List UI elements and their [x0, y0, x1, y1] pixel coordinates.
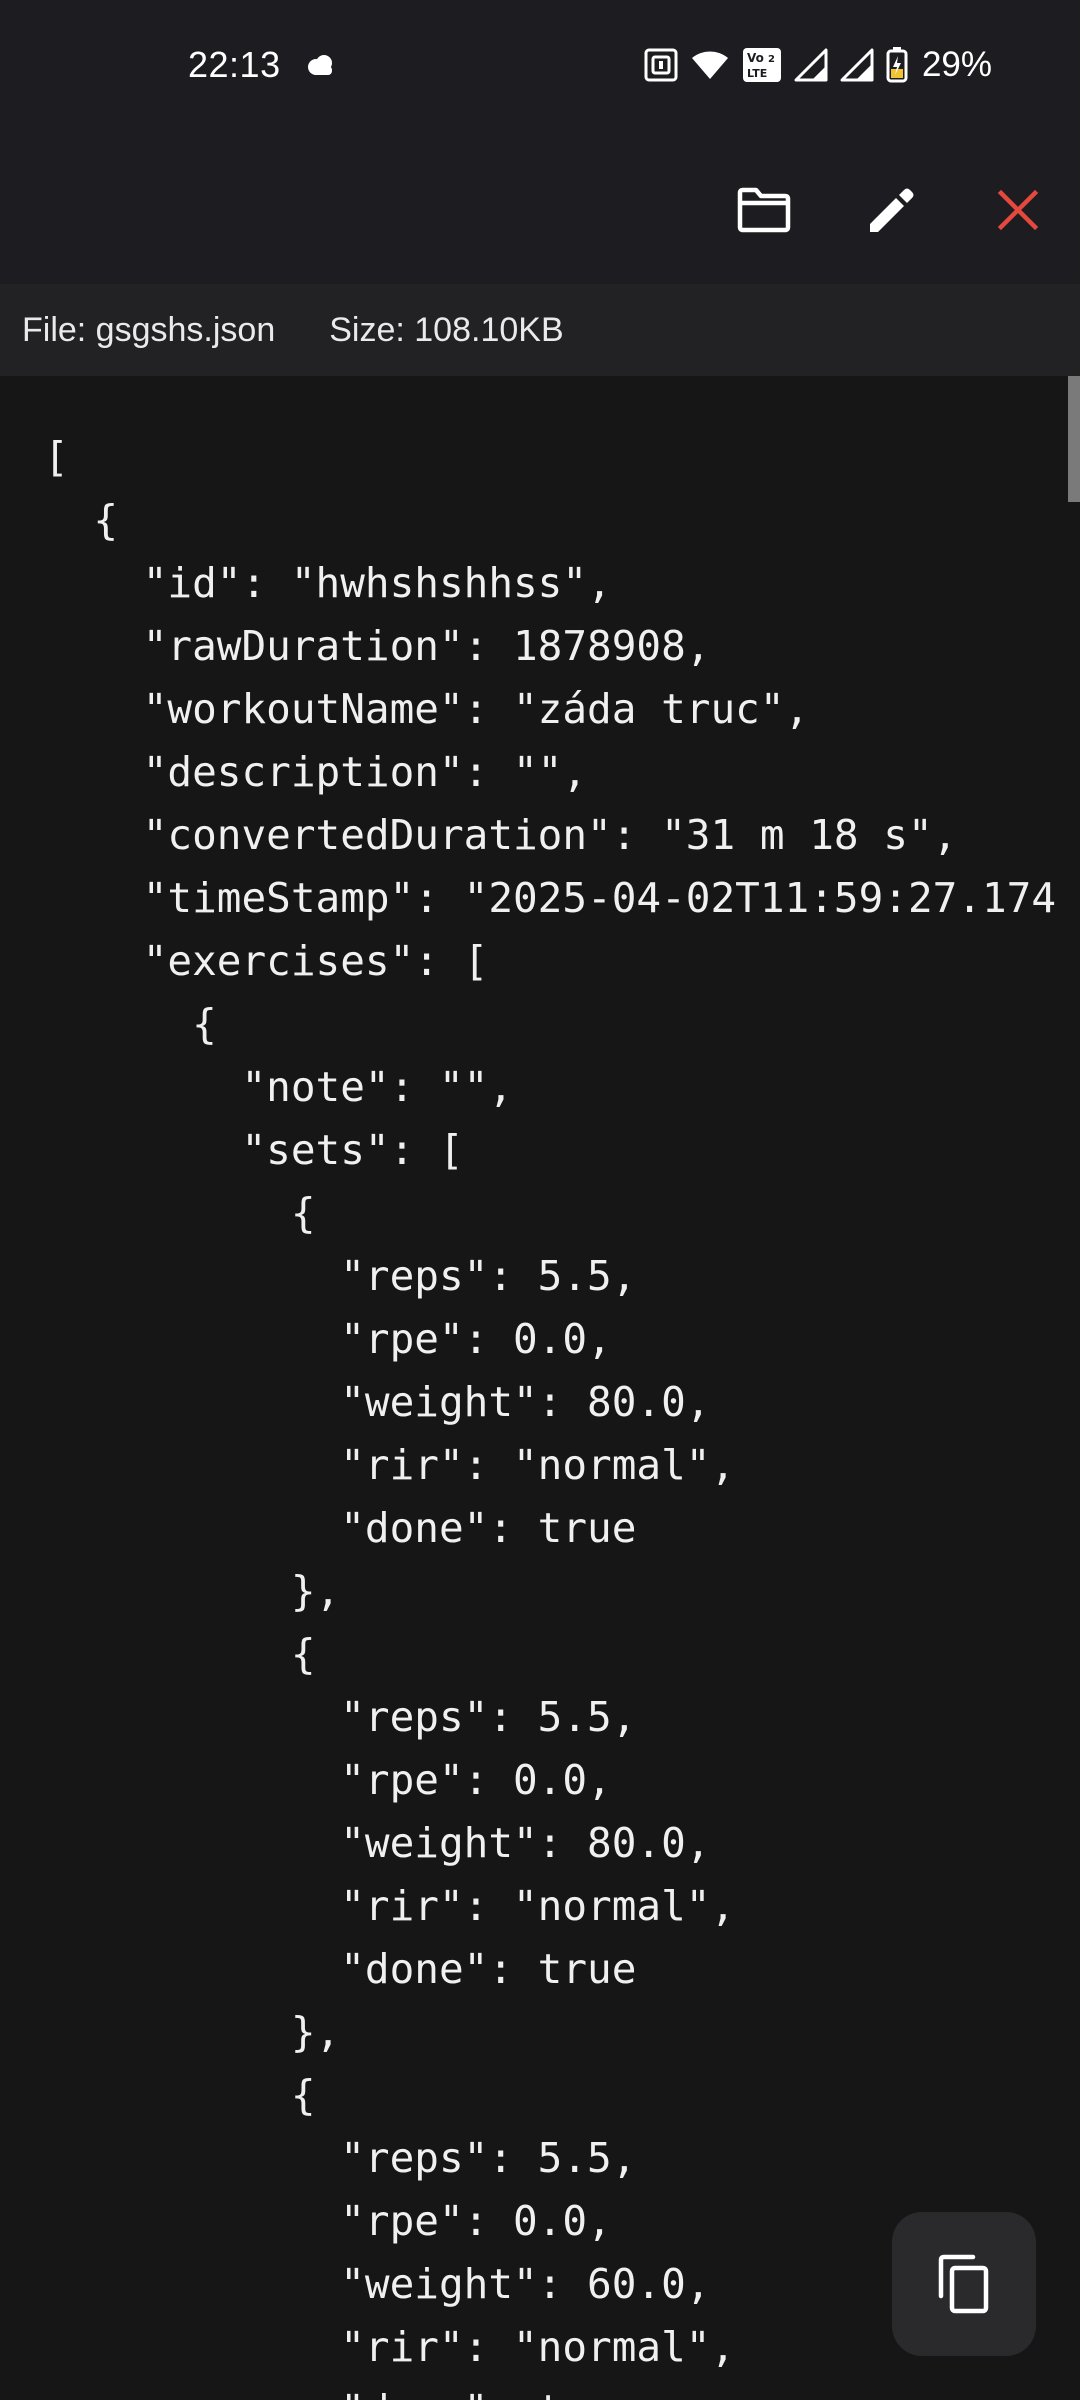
- code-line: [: [44, 433, 69, 481]
- code-line: {: [44, 1189, 316, 1237]
- code-line: "reps": 5.5,: [44, 1693, 637, 1741]
- code-line: "weight": 80.0,: [44, 1378, 711, 1426]
- code-line: "workoutName": "záda truc",: [44, 685, 810, 733]
- code-line: "sets": [: [44, 1126, 464, 1174]
- svg-text:Vo: Vo: [747, 51, 764, 65]
- json-code: [ { "id": "hwhshshhss", "rawDuration": 1…: [44, 426, 1056, 2400]
- close-button[interactable]: [976, 168, 1060, 252]
- code-line: {: [44, 2071, 316, 2119]
- code-line: "rpe": 0.0,: [44, 1756, 612, 1804]
- json-viewer[interactable]: [ { "id": "hwhshshhss", "rawDuration": 1…: [0, 376, 1080, 2400]
- file-size: Size: 108.10KB: [329, 310, 564, 349]
- app-bar: [0, 136, 1080, 284]
- code-line: "rir": "normal",: [44, 1441, 736, 1489]
- status-bar: 22:13 Vo 2 LTE 29%: [0, 0, 1080, 136]
- folder-icon: [737, 187, 791, 233]
- code-line: "timeStamp": "2025-04-02T11:59:27.174: [44, 874, 1057, 922]
- code-line: "done": true: [44, 1945, 637, 1993]
- code-line: "note": "",: [44, 1063, 513, 1111]
- wifi-icon: [691, 51, 728, 79]
- copy-icon: [938, 2254, 989, 2314]
- code-line: "id": "hwhshshhss",: [44, 559, 612, 607]
- svg-text:LTE: LTE: [747, 67, 767, 80]
- volte-icon: Vo 2 LTE: [742, 48, 781, 82]
- cloud-icon: [308, 55, 332, 75]
- code-line: "rir": "normal",: [44, 1882, 736, 1930]
- scrollbar-thumb[interactable]: [1068, 376, 1080, 502]
- code-line: "reps": 5.5,: [44, 1252, 637, 1300]
- file-info-bar: File: gsgshs.json Size: 108.10KB: [0, 284, 1080, 376]
- code-line: "done": true: [44, 1504, 637, 1552]
- code-line: },: [44, 1567, 341, 1615]
- code-line: "done": true: [44, 2379, 1056, 2400]
- edit-button[interactable]: [850, 168, 934, 252]
- code-line: "exercises": [: [44, 937, 489, 985]
- code-line: {: [44, 496, 119, 544]
- code-line: "rawDuration": 1878908,: [44, 622, 711, 670]
- file-name: File: gsgshs.json: [22, 310, 276, 349]
- copy-button[interactable]: [892, 2212, 1036, 2356]
- battery-charging-icon: [886, 47, 908, 83]
- code-line: "rpe": 0.0,: [44, 1315, 612, 1363]
- status-time: 22:13: [188, 44, 281, 85]
- status-icons: Vo 2 LTE 29%: [644, 40, 992, 90]
- svg-text:2: 2: [768, 54, 775, 65]
- code-line: {: [44, 1630, 316, 1678]
- signal-icon: [794, 48, 828, 82]
- signal-icon: [840, 48, 874, 82]
- open-folder-button[interactable]: [722, 168, 806, 252]
- code-line: },: [44, 2008, 341, 2056]
- code-line: {: [44, 1000, 217, 1048]
- battery-percent: 29%: [921, 45, 992, 84]
- code-line: "weight": 80.0,: [44, 1819, 711, 1867]
- nfc-icon: [644, 48, 678, 82]
- close-icon: [997, 189, 1039, 231]
- edit-icon: [870, 188, 914, 232]
- code-line: "convertedDuration": "31 m 18 s",: [44, 811, 958, 859]
- code-line: "description": "",: [44, 748, 588, 796]
- code-line: "reps": 5.5,: [44, 2134, 637, 2182]
